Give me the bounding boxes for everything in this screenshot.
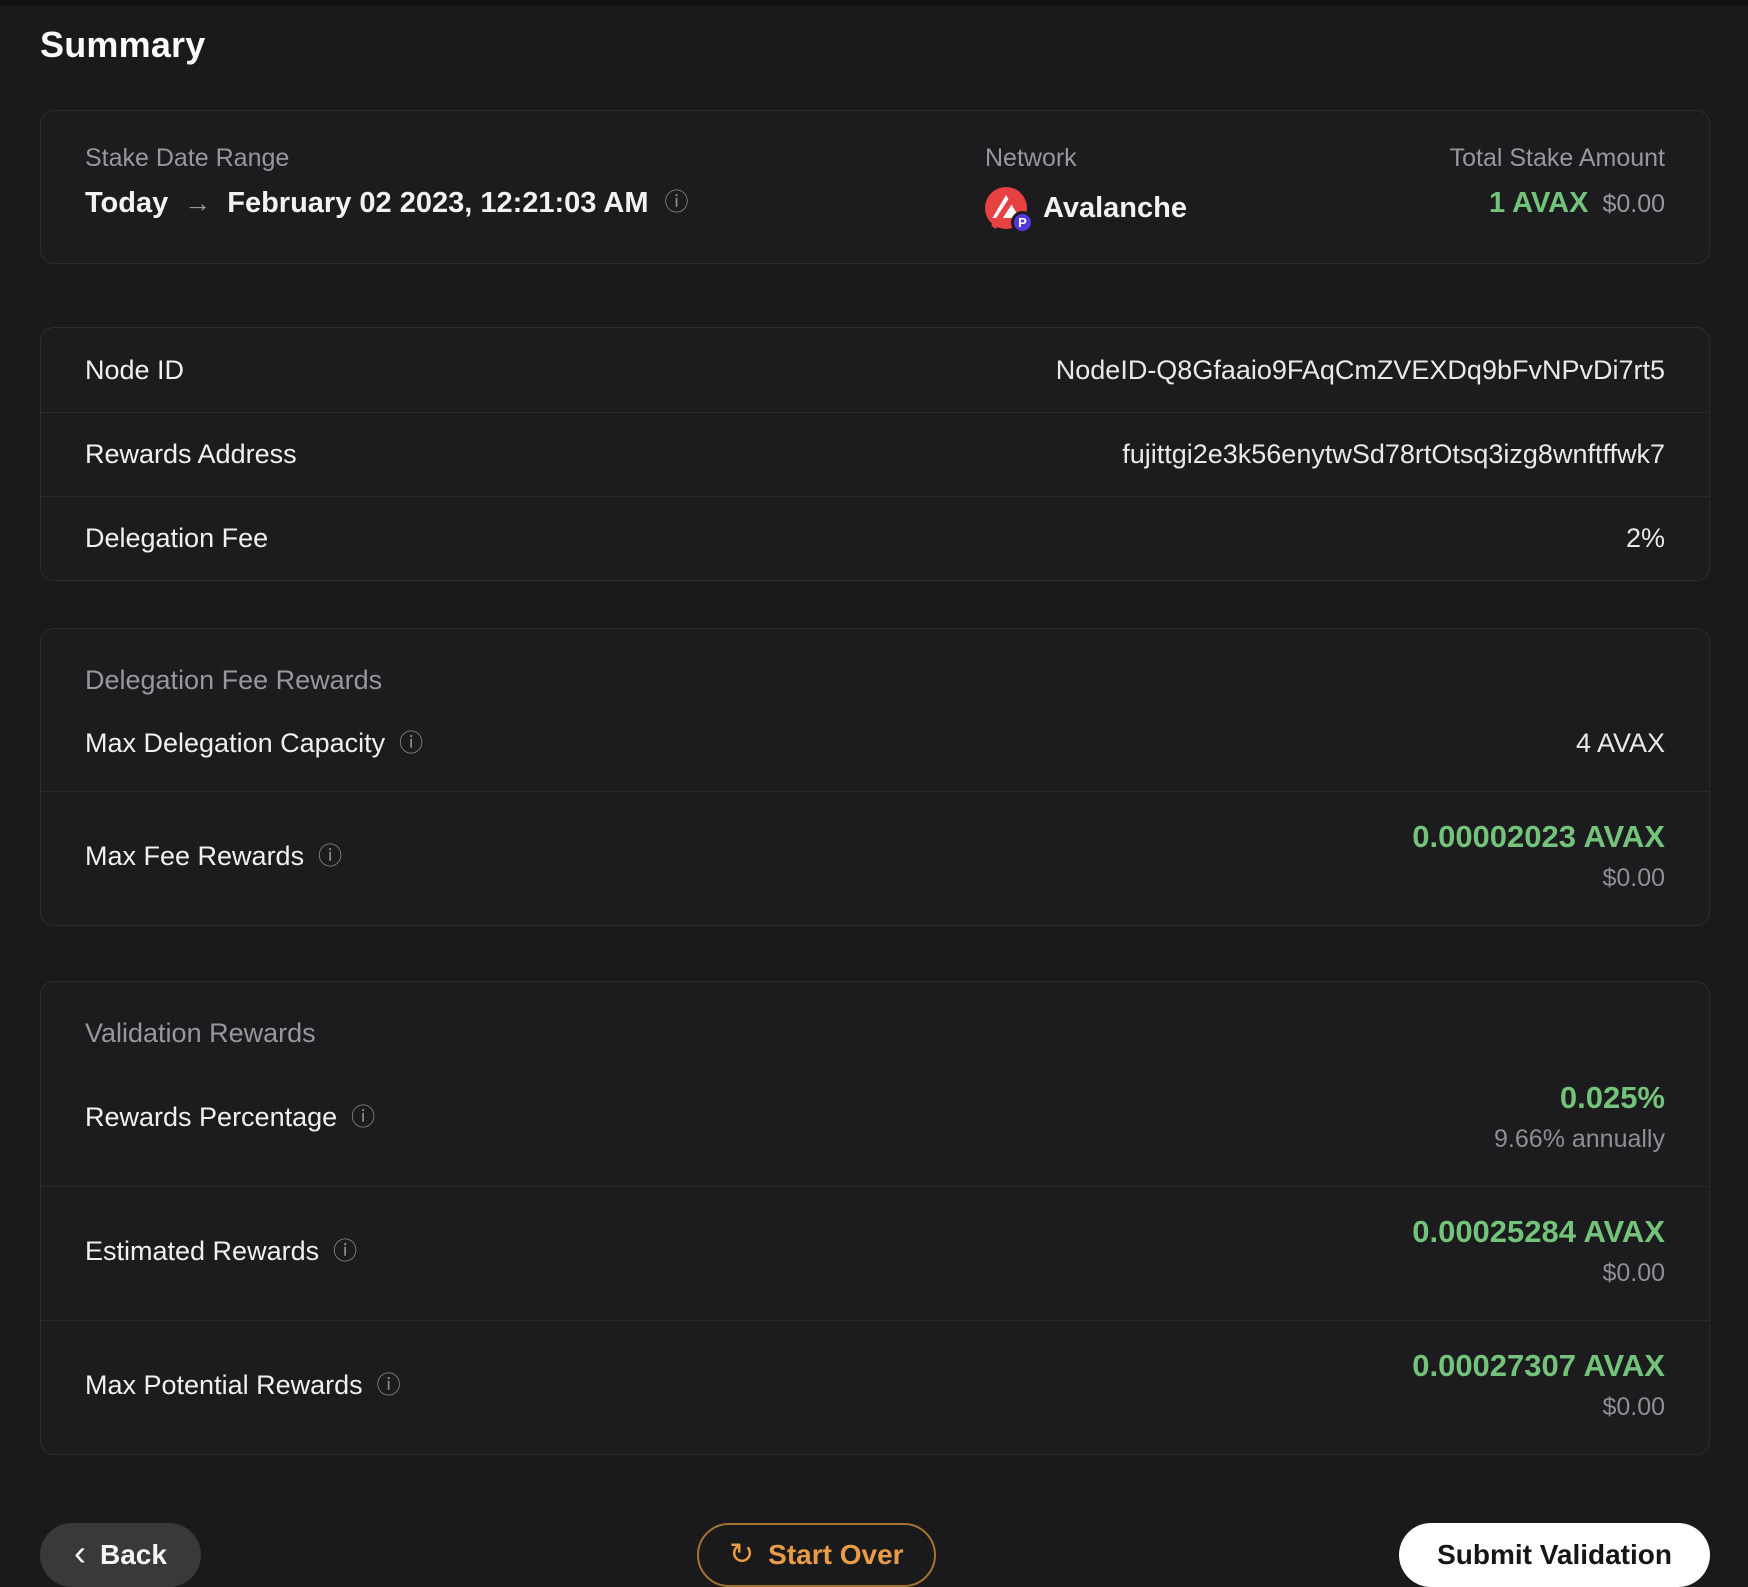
estimated-rewards-value: 0.00025284 AVAX bbox=[1412, 1214, 1665, 1249]
avalanche-logo-icon: P bbox=[985, 187, 1034, 234]
network-label: Network bbox=[985, 144, 1077, 172]
validation-rewards-header: Validation Rewards bbox=[85, 1018, 316, 1048]
rewards-percentage-info-icon[interactable]: ⓘ bbox=[351, 1105, 375, 1130]
max-potential-rewards-label: Max Potential Rewards bbox=[85, 1370, 363, 1400]
rewards-percentage-annual: 9.66% annually bbox=[1494, 1125, 1665, 1153]
stake-date-range-block: Stake Date Range Today → February 02 202… bbox=[85, 145, 985, 219]
back-button[interactable]: ‹ Back bbox=[40, 1523, 201, 1587]
start-over-button-label: Start Over bbox=[768, 1539, 904, 1570]
node-id-label: Node ID bbox=[85, 354, 185, 385]
stake-date-from: Today bbox=[85, 187, 169, 219]
max-fee-rewards-row: Max Fee Rewards ⓘ 0.00002023 AVAX $0.00 bbox=[41, 791, 1709, 925]
max-delegation-capacity-label: Max Delegation Capacity bbox=[85, 728, 386, 758]
stake-date-range-label: Stake Date Range bbox=[85, 144, 290, 172]
page-title: Summary bbox=[40, 24, 206, 65]
max-potential-rewards-info-icon[interactable]: ⓘ bbox=[377, 1373, 401, 1398]
refresh-icon: ↻ bbox=[729, 1538, 755, 1571]
max-fee-rewards-value: 0.00002023 AVAX bbox=[1412, 819, 1665, 854]
delegation-fee-value: 2% bbox=[1625, 523, 1665, 553]
total-stake-usd: $0.00 bbox=[1602, 190, 1665, 218]
stake-date-info-icon[interactable]: ⓘ bbox=[665, 191, 689, 215]
total-stake-block: Total Stake Amount 1 AVAX $0.00 bbox=[1450, 145, 1665, 220]
max-fee-rewards-usd: $0.00 bbox=[1602, 864, 1665, 892]
delegation-fee-rewards-card: Delegation Fee Rewards Max Delegation Ca… bbox=[40, 628, 1710, 926]
max-potential-rewards-usd: $0.00 bbox=[1602, 1393, 1665, 1421]
max-delegation-capacity-info-icon[interactable]: ⓘ bbox=[399, 731, 423, 756]
delegation-fee-row: Delegation Fee 2% bbox=[41, 496, 1709, 580]
rewards-percentage-row: Rewards Percentage ⓘ 0.025% 9.66% annual… bbox=[41, 1053, 1709, 1186]
network-value: Avalanche bbox=[1043, 191, 1187, 224]
node-details-card: Node ID NodeID-Q8Gfaaio9FAqCmZVEXDq9bFvN… bbox=[40, 327, 1710, 581]
delegation-fee-rewards-header: Delegation Fee Rewards bbox=[85, 665, 383, 695]
max-delegation-capacity-value: 4 AVAX bbox=[1575, 728, 1665, 758]
max-potential-rewards-value: 0.00027307 AVAX bbox=[1412, 1348, 1665, 1383]
overview-card: Stake Date Range Today → February 02 202… bbox=[40, 110, 1710, 264]
arrow-right-icon: → bbox=[184, 188, 212, 218]
total-stake-label: Total Stake Amount bbox=[1449, 144, 1665, 172]
submit-validation-label: Submit Validation bbox=[1437, 1539, 1672, 1570]
total-stake-amount: 1 AVAX bbox=[1489, 187, 1589, 219]
max-fee-rewards-info-icon[interactable]: ⓘ bbox=[318, 844, 342, 869]
node-id-row: Node ID NodeID-Q8Gfaaio9FAqCmZVEXDq9bFvN… bbox=[41, 328, 1709, 412]
estimated-rewards-label: Estimated Rewards bbox=[85, 1236, 320, 1266]
max-fee-rewards-label: Max Fee Rewards bbox=[85, 841, 305, 871]
network-block: Network P Avalanche bbox=[985, 144, 1450, 234]
submit-validation-button[interactable]: Submit Validation bbox=[1399, 1523, 1710, 1587]
rewards-address-value: fujittgi2e3k56enytwSd78rtOtsq3izg8wnftff… bbox=[1122, 439, 1665, 469]
estimated-rewards-row: Estimated Rewards ⓘ 0.00025284 AVAX $0.0… bbox=[41, 1186, 1709, 1320]
stake-date-to: February 02 2023, 12:21:03 AM bbox=[227, 187, 649, 219]
estimated-rewards-info-icon[interactable]: ⓘ bbox=[333, 1239, 357, 1264]
back-button-label: Back bbox=[100, 1539, 167, 1570]
start-over-button[interactable]: ↻ Start Over bbox=[697, 1523, 936, 1587]
rewards-percentage-label: Rewards Percentage bbox=[85, 1102, 338, 1132]
top-edge-strip bbox=[0, 0, 1748, 5]
node-id-value: NodeID-Q8Gfaaio9FAqCmZVEXDq9bFvNPvDi7rt5 bbox=[1055, 354, 1665, 385]
footer-actions: ‹ Back ↻ Start Over Submit Validation bbox=[40, 1523, 1710, 1587]
p-chain-badge: P bbox=[1011, 211, 1034, 234]
delegation-fee-label: Delegation Fee bbox=[85, 523, 269, 553]
rewards-address-label: Rewards Address bbox=[85, 439, 297, 469]
max-delegation-capacity-row: Max Delegation Capacity ⓘ 4 AVAX bbox=[41, 700, 1709, 791]
estimated-rewards-usd: $0.00 bbox=[1602, 1259, 1665, 1287]
chevron-left-icon: ‹ bbox=[74, 1532, 86, 1573]
max-potential-rewards-row: Max Potential Rewards ⓘ 0.00027307 AVAX … bbox=[41, 1320, 1709, 1454]
summary-page: Summary Stake Date Range Today → Februar… bbox=[40, 25, 1710, 1587]
validation-rewards-card: Validation Rewards Rewards Percentage ⓘ … bbox=[40, 981, 1710, 1455]
rewards-percentage-value: 0.025% bbox=[1559, 1080, 1665, 1115]
rewards-address-row: Rewards Address fujittgi2e3k56enytwSd78r… bbox=[41, 412, 1709, 496]
